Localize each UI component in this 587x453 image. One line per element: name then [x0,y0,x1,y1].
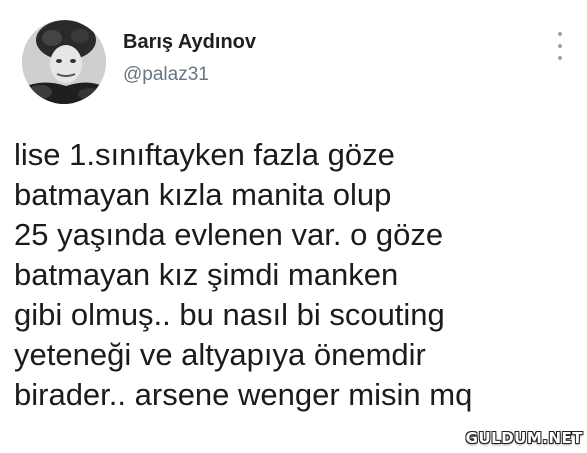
user-handle[interactable]: @palaz31 [123,63,256,87]
display-name[interactable]: Barış Aydınov [123,30,256,54]
more-dot [558,32,562,36]
more-dot [558,44,562,48]
more-vertical-icon[interactable] [553,32,567,60]
tweet-text-line: lise 1.sınıftayken fazla göze [14,137,395,172]
tweet-text-line: gibi olmuş.. bu nasıl bi scouting [14,297,445,332]
avatar[interactable] [22,20,106,104]
tweet-text: lise 1.sınıftayken fazla göze batmayan k… [14,135,574,415]
author-info: Barış Aydınov @palaz31 [123,30,256,87]
tweet-text-line: batmayan kız şimdi manken [14,257,399,292]
tweet-card: Barış Aydınov @palaz31 lise 1.sınıftayke… [0,0,587,453]
tweet-text-line: 25 yaşında evlenen var. o göze [14,217,444,252]
tweet-text-line: batmayan kızla manita olup [14,177,392,212]
tweet-text-line: yeteneği ve altyapıya önemdir [14,337,426,372]
site-watermark: GULDUM.NET [465,429,583,447]
avatar-photo [22,20,106,104]
more-dot [558,56,562,60]
tweet-text-line: birader.. arsene wenger misin mq [14,377,473,412]
